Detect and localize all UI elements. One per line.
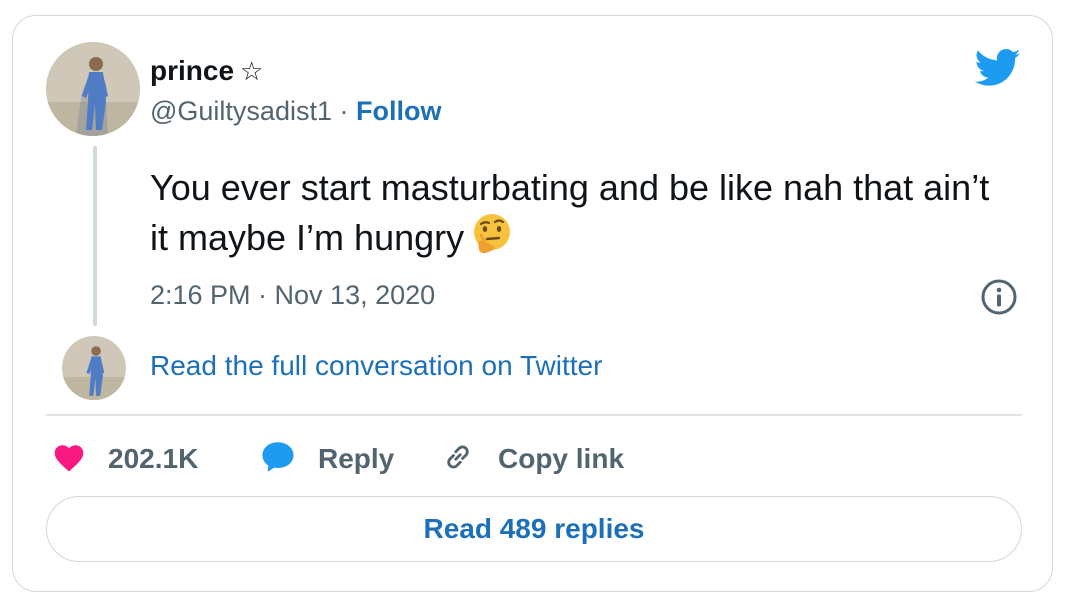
author-name[interactable]: prince ☆ [150, 55, 263, 87]
copy-link-button[interactable]: Copy link [440, 440, 624, 478]
thread-line [93, 146, 97, 326]
tweet-timestamp[interactable]: 2:16 PM · Nov 13, 2020 [150, 280, 435, 311]
tweet-text: You ever start masturbating and be like … [150, 164, 1010, 268]
star-icon: ☆ [240, 56, 264, 86]
reply-label: Reply [318, 443, 395, 474]
link-icon [440, 439, 476, 480]
author-handle-row: @Guiltysadist1 · Follow [150, 96, 442, 127]
like-button[interactable]: 202.1K [52, 440, 198, 478]
tweet-body: You ever start masturbating and be like … [150, 167, 990, 258]
separator: · [339, 96, 349, 126]
follow-button[interactable]: Follow [356, 96, 441, 126]
read-replies-button[interactable]: Read 489 replies [46, 496, 1022, 562]
copy-link-label: Copy link [498, 443, 625, 474]
read-replies-label: Read 489 replies [423, 513, 645, 544]
author-avatar[interactable] [46, 42, 140, 136]
twitter-bird-icon[interactable] [974, 48, 1021, 88]
read-full-conversation-link[interactable]: Read the full conversation on Twitter [150, 350, 602, 382]
reply-bubble-icon [260, 440, 296, 479]
author-handle[interactable]: @Guiltysadist1 [150, 96, 332, 126]
author-avatar-small[interactable] [62, 336, 126, 400]
thinking-face-icon [470, 212, 514, 268]
author-name-text[interactable]: prince [150, 55, 234, 86]
reply-button[interactable]: Reply [260, 440, 394, 478]
heart-icon [52, 442, 86, 477]
like-count: 202.1K [108, 443, 199, 474]
divider [46, 414, 1022, 416]
info-icon[interactable] [980, 278, 1018, 316]
